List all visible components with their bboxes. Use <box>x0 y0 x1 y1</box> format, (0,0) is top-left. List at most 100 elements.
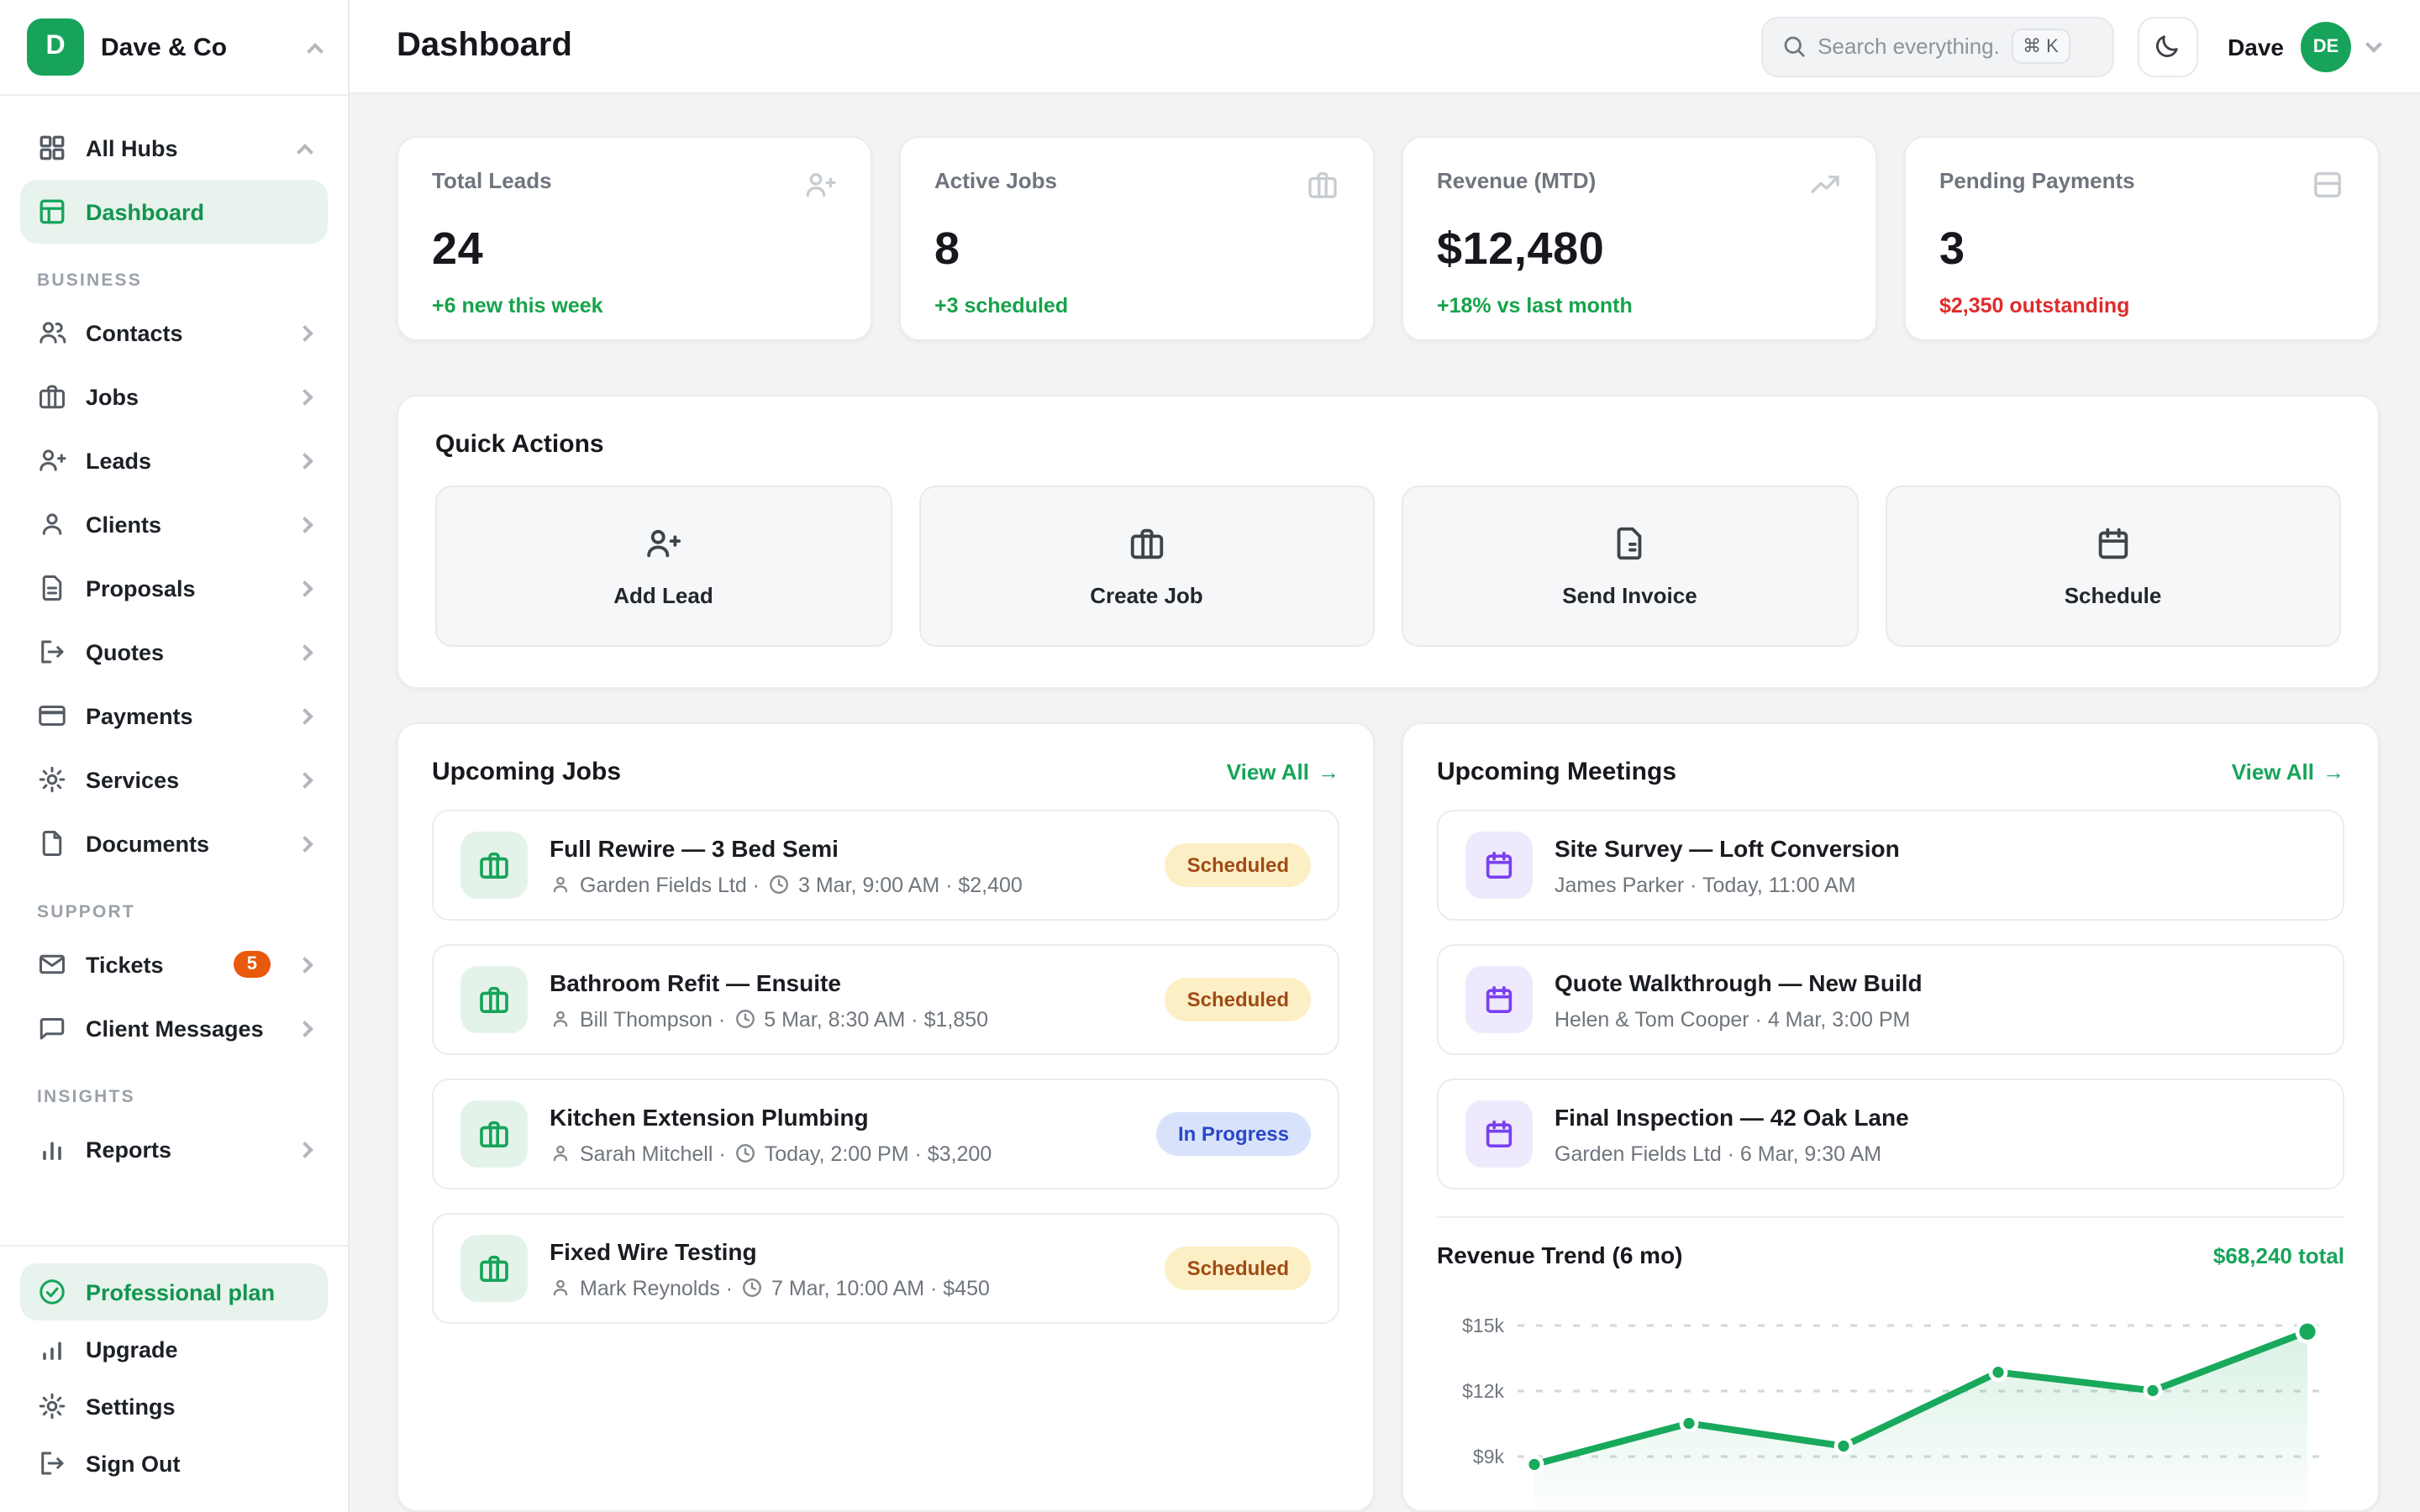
send-invoice-button[interactable]: Send Invoice <box>1402 486 1858 647</box>
stat-card-total-leads: Total Leads 24 +6 new this week <box>397 136 872 341</box>
sidebar-item-dashboard[interactable]: Dashboard <box>20 180 328 244</box>
add-lead-button[interactable]: Add Lead <box>435 486 892 647</box>
dark-mode-toggle[interactable] <box>2137 16 2197 76</box>
upcoming-meetings-panel: Upcoming Meetings View All→ Site Survey … <box>1402 722 2380 1512</box>
sidebar-item-contacts[interactable]: Contacts <box>20 301 328 365</box>
arrow-right-icon: → <box>2323 759 2344 785</box>
org-switcher[interactable]: D Dave & Co <box>0 0 348 96</box>
stat-label: Pending Payments <box>1939 168 2311 193</box>
sidebar-item-label: Sign Out <box>86 1451 311 1476</box>
stats-row: Total Leads 24 +6 new this week Active J… <box>397 136 2380 341</box>
job-title: Bathroom Refit — Ensuite <box>550 969 841 995</box>
status-badge: Scheduled <box>1165 978 1311 1021</box>
stat-value: 3 <box>1939 223 2344 276</box>
job-row[interactable]: Fixed Wire Testing Mark Reynolds · 7 Mar… <box>432 1213 1339 1324</box>
sidebar-item-label: Contacts <box>86 320 281 345</box>
meeting-meta: Helen & Tom Cooper · 4 Mar, 3:00 PM <box>1555 1007 1910 1031</box>
job-row[interactable]: Kitchen Extension Plumbing Sarah Mitchel… <box>432 1079 1339 1189</box>
sidebar-item-upgrade[interactable]: Upgrade <box>20 1320 328 1378</box>
sidebar-item-label: Quotes <box>86 639 281 664</box>
user-plus-icon <box>644 524 683 563</box>
invoice-icon <box>1611 524 1649 563</box>
calendar-icon <box>1465 966 1533 1033</box>
sidebar-item-client-messages[interactable]: Client Messages <box>20 996 328 1060</box>
chevron-right-icon <box>297 580 313 596</box>
sidebar-item-label: All Hubs <box>86 135 281 160</box>
chevron-right-icon <box>297 452 313 469</box>
search-bar[interactable]: ⌘ K <box>1760 16 2113 76</box>
sidebar-item-tickets[interactable]: Tickets 5 <box>20 932 328 996</box>
sidebar-item-label: Settings <box>86 1394 311 1419</box>
sidebar: D Dave & Co All Hubs Dashboard BUSINESS <box>0 0 350 1512</box>
clock-icon <box>741 1277 763 1299</box>
sidebar-item-settings[interactable]: Settings <box>20 1378 328 1435</box>
status-badge: Scheduled <box>1165 843 1311 887</box>
briefcase-icon <box>460 1235 528 1302</box>
section-label-insights: INSIGHTS <box>37 1087 311 1107</box>
search-input[interactable] <box>1818 34 1999 59</box>
stat-label: Total Leads <box>432 168 803 193</box>
user-plus-icon <box>803 168 837 210</box>
meeting-row[interactable]: Site Survey — Loft Conversion James Park… <box>1437 810 2344 921</box>
plan-badge[interactable]: Professional plan <box>20 1263 328 1320</box>
sidebar-item-quotes[interactable]: Quotes <box>20 620 328 684</box>
clock-icon <box>734 1008 755 1030</box>
dashboard-app: D Dave & Co All Hubs Dashboard BUSINESS <box>0 0 2420 1512</box>
sidebar-item-label: Leads <box>86 448 281 473</box>
chevron-down-icon <box>2365 35 2382 52</box>
quick-actions-grid: Add Lead Create Job Send Invoice <box>435 486 2341 647</box>
job-row[interactable]: Full Rewire — 3 Bed Semi Garden Fields L… <box>432 810 1339 921</box>
sidebar-item-reports[interactable]: Reports <box>20 1117 328 1181</box>
sidebar-item-proposals[interactable]: Proposals <box>20 556 328 620</box>
person-icon <box>550 1008 571 1030</box>
jobs-view-all-link[interactable]: View All→ <box>1227 759 1339 785</box>
chat-icon <box>37 1013 67 1043</box>
sidebar-item-payments[interactable]: Payments <box>20 684 328 748</box>
create-job-button[interactable]: Create Job <box>918 486 1375 647</box>
status-badge: Scheduled <box>1165 1247 1311 1290</box>
meeting-title: Site Survey — Loft Conversion <box>1555 834 1900 861</box>
file-icon <box>37 828 67 858</box>
sidebar-item-clients[interactable]: Clients <box>20 492 328 556</box>
tickets-count-badge: 5 <box>234 951 271 978</box>
schedule-button[interactable]: Schedule <box>1885 486 2341 647</box>
user-menu[interactable]: Dave DE <box>2228 21 2380 71</box>
sidebar-nav: All Hubs Dashboard BUSINESS Contacts <box>0 96 348 1245</box>
bar-chart-icon <box>37 1334 67 1364</box>
sidebar-item-all-hubs[interactable]: All Hubs <box>20 116 328 180</box>
stat-subtext: +3 scheduled <box>934 294 1339 318</box>
job-row[interactable]: Bathroom Refit — Ensuite Bill Thompson ·… <box>432 944 1339 1055</box>
gear-icon <box>37 1391 67 1421</box>
stat-label: Active Jobs <box>934 168 1306 193</box>
sidebar-item-jobs[interactable]: Jobs <box>20 365 328 428</box>
sidebar-item-sign-out[interactable]: Sign Out <box>20 1435 328 1492</box>
job-client: Garden Fields Ltd · <box>580 873 760 896</box>
stat-label: Revenue (MTD) <box>1437 168 1808 193</box>
sidebar-item-label: Upgrade <box>86 1336 311 1362</box>
meeting-meta: Garden Fields Ltd · 6 Mar, 9:30 AM <box>1555 1142 1881 1165</box>
revenue-trend-chart: $15k$12k$9k$6k <box>1437 1282 2344 1512</box>
meeting-row[interactable]: Quote Walkthrough — New Build Helen & To… <box>1437 944 2344 1055</box>
stat-card-active-jobs: Active Jobs 8 +3 scheduled <box>899 136 1375 341</box>
sidebar-item-leads[interactable]: Leads <box>20 428 328 492</box>
sidebar-item-label: Professional plan <box>86 1279 311 1305</box>
sidebar-item-label: Jobs <box>86 384 281 409</box>
sidebar-item-label: Documents <box>86 831 281 856</box>
job-time-price: Today, 2:00 PM · $3,200 <box>765 1142 992 1165</box>
person-icon <box>550 1142 571 1164</box>
sidebar-item-services[interactable]: Services <box>20 748 328 811</box>
upcoming-jobs-panel: Upcoming Jobs View All→ Full Rewire — 3 … <box>397 722 1375 1512</box>
calendar-icon <box>1465 1100 1533 1168</box>
sidebar-item-documents[interactable]: Documents <box>20 811 328 875</box>
meetings-view-all-link[interactable]: View All→ <box>2232 759 2344 785</box>
user-name: Dave <box>2228 33 2284 60</box>
divider <box>1437 1216 2344 1218</box>
meeting-row[interactable]: Final Inspection — 42 Oak Lane Garden Fi… <box>1437 1079 2344 1189</box>
users-icon <box>37 318 67 348</box>
stat-card-pending-payments: Pending Payments 3 $2,350 outstanding <box>1904 136 2380 341</box>
export-icon <box>37 637 67 667</box>
export-icon <box>37 1448 67 1478</box>
chevron-right-icon <box>297 771 313 788</box>
search-shortcut-kbd: ⌘ K <box>2011 29 2070 64</box>
trending-up-icon <box>1808 168 1842 210</box>
